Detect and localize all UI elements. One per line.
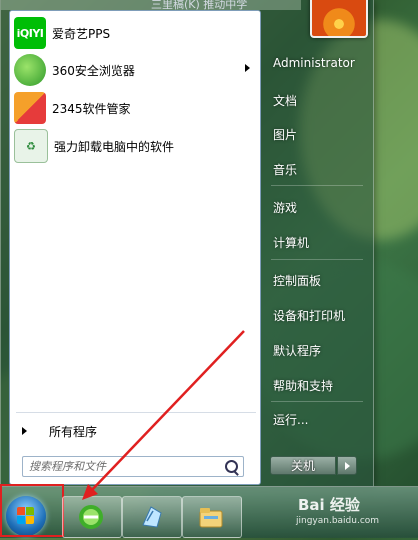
program-item-uninstaller[interactable]: ♻ 强力卸载电脑中的软件 [14,128,256,164]
right-link-control-panel[interactable]: 控制面板 [273,272,321,289]
start-menu: 三里稿(K) 推动中学 iQIYI 爱奇艺PPS 360安全浏览器 2345软件… [0,0,374,487]
right-link-help-support[interactable]: 帮助和支持 [273,377,333,394]
user-avatar[interactable] [310,0,368,38]
start-menu-programs-pane: iQIYI 爱奇艺PPS 360安全浏览器 2345软件管家 ♻ 强力卸载电脑中… [9,10,261,485]
right-link-default-programs[interactable]: 默认程序 [273,342,321,359]
right-link-run[interactable]: 运行... [273,411,308,428]
program-item-2345-manager[interactable]: 2345软件管家 [14,90,256,126]
search-input[interactable] [23,457,225,476]
submenu-arrow-icon [245,64,250,72]
program-item-360-browser[interactable]: 360安全浏览器 [14,52,256,88]
search-icon[interactable] [225,460,238,473]
right-link-music[interactable]: 音乐 [273,161,297,178]
taskbar-360-browser-button[interactable] [62,496,122,538]
highlight-box [0,484,64,537]
right-link-computer[interactable]: 计算机 [273,234,309,251]
top-strip: 三里稿(K) 推动中学 [1,0,301,11]
right-link-documents[interactable]: 文档 [273,92,297,109]
right-link-administrator[interactable]: Administrator [273,56,355,70]
divider [16,412,256,413]
program-item-iqiyi[interactable]: iQIYI 爱奇艺PPS [14,15,256,51]
search-box[interactable] [22,456,244,477]
browser-360-icon [79,505,103,529]
iqiyi-icon: iQIYI [14,17,46,49]
divider [271,401,363,402]
expand-arrow-icon [22,427,27,435]
divider [271,185,363,186]
right-link-games[interactable]: 游戏 [273,199,297,216]
all-programs-label: 所有程序 [49,424,98,439]
folder-icon [199,508,223,528]
program-label: 爱奇艺PPS [52,26,111,41]
program-label: 2345软件管家 [52,101,131,116]
program-label: 360安全浏览器 [52,63,135,78]
taskbar-media-button[interactable] [122,496,182,538]
shutdown-button[interactable]: 关机 [270,456,336,475]
right-link-pictures[interactable]: 图片 [273,126,297,143]
uninstall-recycle-icon: ♻ [14,129,48,163]
divider [271,259,363,260]
taskbar-explorer-button[interactable] [182,496,242,538]
software-manager-icon [14,92,46,124]
program-label: 强力卸载电脑中的软件 [54,139,175,154]
watermark-url: jingyan.baidu.com [296,516,380,526]
media-icon [142,506,162,528]
watermark-logo: Bai 经验 [298,496,360,514]
shutdown-options-button[interactable] [337,456,357,475]
all-programs-button[interactable]: 所有程序 [20,421,252,441]
right-link-devices-printers[interactable]: 设备和打印机 [273,307,345,324]
browser-360-icon [14,54,46,86]
